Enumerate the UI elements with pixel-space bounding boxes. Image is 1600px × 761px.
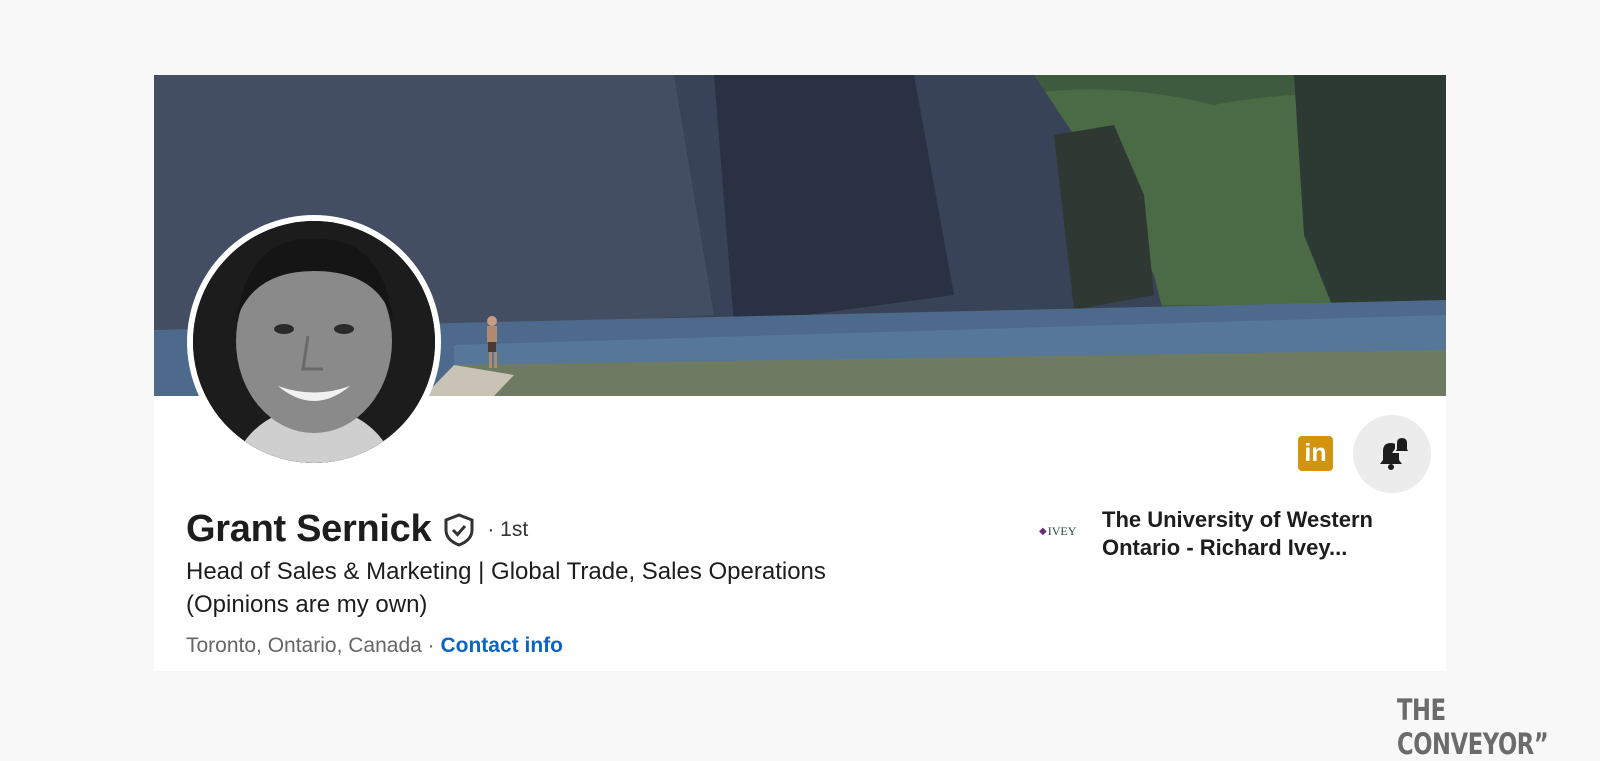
profile-name: Grant Sernick [186,508,432,550]
linkedin-icon: in [1304,439,1327,467]
shield-check-icon [444,512,474,547]
profile-headline: Head of Sales & Marketing | Global Trade… [186,558,826,618]
school-name: The University of Western Ontario - Rich… [1102,507,1373,560]
location-separator: · [421,634,441,657]
location-row: Toronto, Ontario, Canada · Contact info [186,634,563,658]
name-row: Grant Sernick · 1st [186,508,528,551]
profile-location: Toronto, Ontario, Canada [186,634,422,657]
school-logo-icon: ◆ IVEY [1039,523,1077,538]
avatar-photo [193,221,435,463]
education-entry[interactable]: ◆ IVEY The University of Western Ontario … [1039,506,1412,562]
notification-bell-button[interactable] [1353,415,1431,493]
profile-avatar[interactable] [187,215,441,469]
profile-card: in Grant Sernick · 1st Head of Sales & M… [154,75,1446,671]
bell-notification-icon [1380,435,1412,470]
connection-degree: · 1st [487,517,529,541]
brand-watermark: THE CONVEYOR” [1397,693,1549,761]
school-logo-text: IVEY [1047,523,1077,538]
contact-info-link[interactable]: Contact info [440,634,562,657]
linkedin-button[interactable]: in [1298,436,1333,471]
